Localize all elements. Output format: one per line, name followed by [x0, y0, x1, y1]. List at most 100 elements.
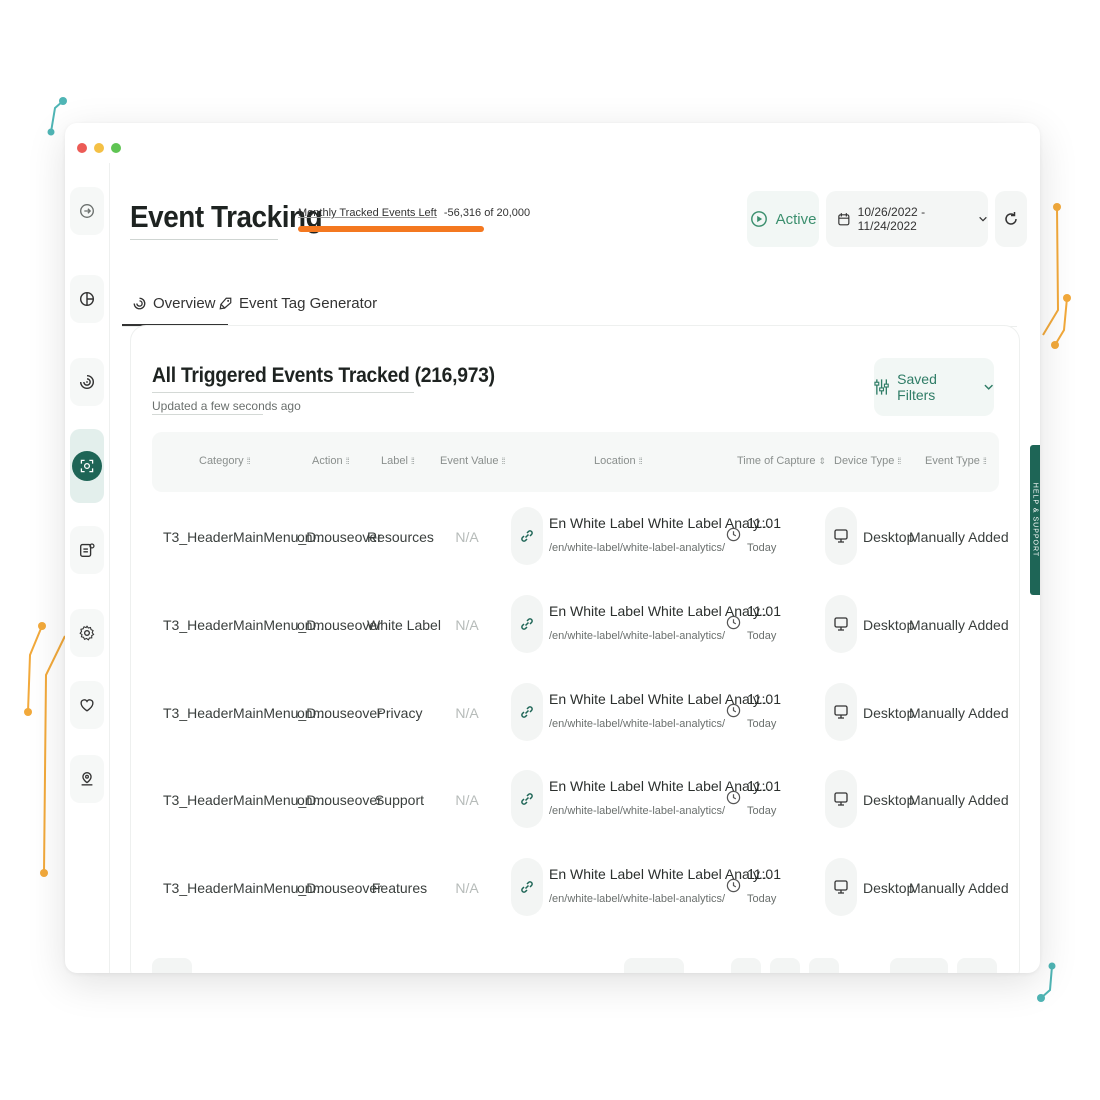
close-window-dot[interactable]: [77, 143, 87, 153]
pagination-page-size[interactable]: [624, 958, 684, 973]
filter-icon: ⁞⁞: [501, 456, 506, 466]
filter-icon: ⁞⁞: [638, 456, 643, 466]
capture-time: 11:01: [747, 866, 781, 882]
clock-icon: [726, 615, 741, 630]
link-icon[interactable]: [511, 507, 543, 565]
column-header-category[interactable]: Category ⁞⁞: [199, 455, 251, 467]
sidebar-item-favorites[interactable]: [70, 681, 104, 729]
label-cell: Support: [374, 792, 425, 808]
link-icon[interactable]: [511, 858, 543, 916]
pagination-page-button[interactable]: [809, 958, 839, 973]
link-icon[interactable]: [511, 770, 543, 828]
tab-bar: Overview Event Tag Generator: [122, 283, 1017, 327]
sign-in-icon: [80, 204, 94, 218]
sliders-icon: [874, 379, 889, 395]
device-type-cell: Desktop: [863, 880, 915, 896]
minimize-window-dot[interactable]: [94, 143, 104, 153]
device-type-cell: Desktop: [863, 792, 915, 808]
maximize-window-dot[interactable]: [111, 143, 121, 153]
pagination-next-button[interactable]: [957, 958, 997, 973]
clock-icon: [726, 527, 741, 542]
quota-value: -56,316 of 20,000: [443, 207, 531, 219]
play-icon: [750, 211, 767, 227]
table-row[interactable]: T3_HeaderMainMenu_D... onmouseover Resou…: [152, 492, 1009, 580]
label-cell: Resources: [367, 529, 434, 545]
tab-event-tag-generator[interactable]: Event Tag Generator: [218, 287, 377, 319]
link-icon[interactable]: [511, 683, 543, 741]
column-header-location[interactable]: Location ⁞⁞: [594, 455, 643, 467]
filter-icon: ⁞⁞: [345, 456, 350, 466]
pagination-page-button[interactable]: [731, 958, 761, 973]
column-header-time-of-capture[interactable]: Time of Capture ⇕: [737, 455, 826, 467]
table-row[interactable]: T3_HeaderMainMenu_D... onmouseover Featu…: [152, 843, 1009, 931]
sidebar-item-reports[interactable]: [70, 275, 104, 323]
heart-icon: [80, 699, 94, 712]
column-header-device-type[interactable]: Device Type ⁞⁞: [834, 455, 901, 467]
active-status-button[interactable]: Active: [747, 191, 819, 247]
clock-icon: [726, 878, 741, 893]
tracking-icon: [133, 297, 146, 309]
pagination-jump[interactable]: [890, 958, 948, 973]
date-range-picker[interactable]: 10/26/2022 - 11/24/2022: [826, 191, 988, 247]
dashboard-settings-icon: [80, 543, 95, 557]
saved-filters-button[interactable]: Saved Filters: [874, 358, 994, 416]
tag-icon: [219, 297, 232, 309]
column-header-event-value[interactable]: Event Value ⁞⁞: [440, 455, 506, 467]
location-path: /en/white-label/white-label-analytics/: [549, 718, 726, 730]
device-type-cell: Desktop: [863, 705, 915, 721]
clock-icon: [726, 790, 741, 805]
sort-icon: ⇕: [818, 455, 826, 466]
column-header-event-type[interactable]: Event Type ⁞⁞: [925, 455, 987, 467]
pagination-page-button[interactable]: [770, 958, 800, 973]
column-header-action[interactable]: Action ⁞⁞: [312, 455, 350, 467]
tracking-icon: [79, 374, 95, 390]
window-controls: [77, 143, 121, 153]
tab-overview[interactable]: Overview: [122, 287, 227, 326]
table-row[interactable]: T3_HeaderMainMenu_D... onmouseover Suppo…: [152, 755, 1009, 843]
desktop-icon: [825, 595, 857, 653]
link-icon[interactable]: [511, 595, 543, 653]
saved-filters-label: Saved Filters: [897, 371, 937, 403]
table-row[interactable]: T3_HeaderMainMenu_D... onmouseover White…: [152, 580, 1009, 668]
table-row[interactable]: T3_HeaderMainMenu_D... onmouseover Priva…: [152, 668, 1009, 756]
sidebar-item-event-tracking[interactable]: [70, 429, 104, 503]
panel-title-underline: [152, 392, 414, 393]
sidebar-item-locations[interactable]: [70, 755, 104, 803]
column-label: Event Value: [440, 455, 499, 467]
location-pin-icon: [81, 772, 93, 786]
capture-day: Today: [747, 893, 777, 905]
sidebar-item-settings[interactable]: [70, 609, 104, 657]
filter-icon: ⁞⁞: [897, 456, 901, 466]
sidebar-item-sign-in[interactable]: [70, 187, 104, 235]
desktop-icon: [825, 858, 857, 916]
event-value-cell: N/A: [455, 617, 479, 633]
capture-time: 11:01: [747, 515, 781, 531]
chevron-down-icon: [979, 216, 987, 222]
location-path: /en/white-label/white-label-analytics/: [549, 542, 726, 554]
help-support-tab[interactable]: HELP & SUPPORT: [1030, 445, 1040, 595]
capture-day: Today: [747, 542, 777, 554]
refresh-button[interactable]: [995, 191, 1027, 247]
filter-icon: ⁞⁞: [246, 456, 251, 466]
column-label: Label: [381, 455, 408, 467]
event-type-cell: Manually Added: [909, 529, 1009, 545]
last-updated-text: Updated a few seconds ago: [152, 399, 301, 413]
column-label: Event Type: [925, 455, 980, 467]
event-type-cell: Manually Added: [909, 792, 1009, 808]
event-value-cell: N/A: [455, 880, 479, 896]
events-panel: All Triggered Events Tracked (216,973) U…: [130, 325, 1020, 973]
sidebar-item-tracking[interactable]: [70, 358, 104, 406]
help-support-label: HELP & SUPPORT: [1031, 482, 1039, 558]
location-path: /en/white-label/white-label-analytics/: [549, 893, 726, 905]
sidebar: [65, 163, 110, 973]
sidebar-item-dashboard-settings[interactable]: [70, 526, 104, 574]
gear-icon: [79, 625, 95, 641]
capture-day: Today: [747, 630, 777, 642]
title-underline: [130, 239, 278, 240]
event-value-cell: N/A: [455, 529, 479, 545]
tab-event-tag-generator-label: Event Tag Generator: [239, 294, 378, 312]
pagination-prev-button[interactable]: [152, 958, 192, 973]
column-header-label[interactable]: Label ⁞⁞: [381, 455, 415, 467]
event-value-cell: N/A: [455, 792, 479, 808]
filter-icon: ⁞⁞: [982, 456, 987, 466]
